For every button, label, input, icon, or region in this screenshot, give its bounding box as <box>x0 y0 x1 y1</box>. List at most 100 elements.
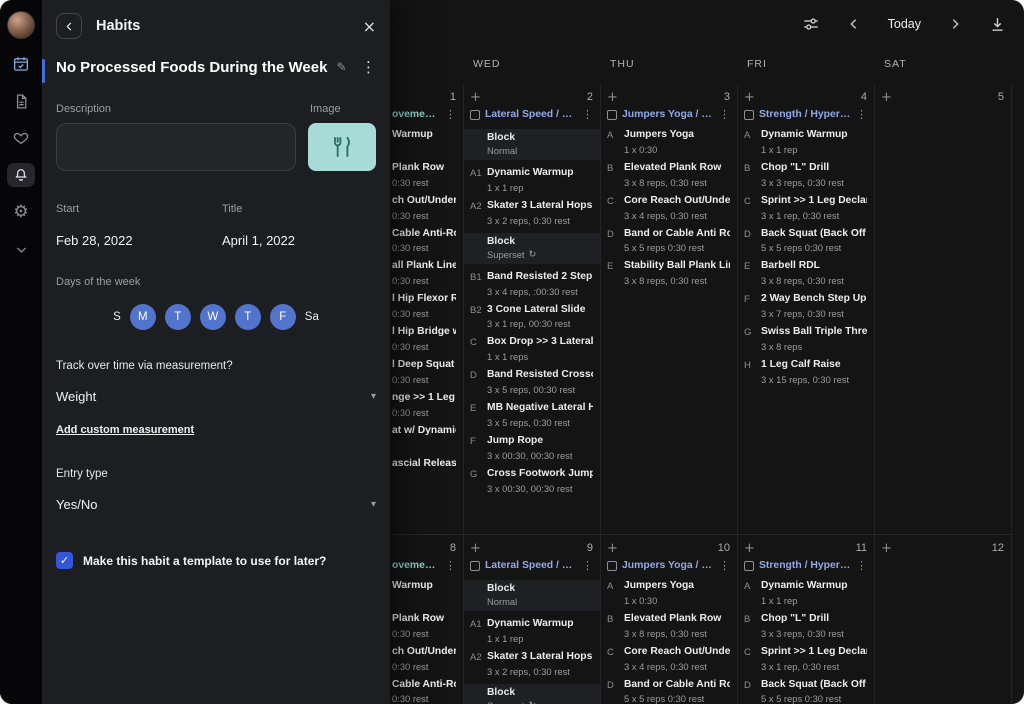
exercise-row[interactable]: EMB Negative Lateral Hop...3 x 5 reps, 0… <box>470 402 593 428</box>
calendar-day-cell[interactable]: +10Jumpers Yoga / Core⋮AJumpers Yoga1 x … <box>601 535 738 704</box>
add-event-icon[interactable]: + <box>607 91 618 104</box>
workout-menu-kebab-icon[interactable]: ⋮ <box>445 559 456 572</box>
workout-title[interactable]: ovement Q... <box>392 560 440 571</box>
exercise-row[interactable]: CSprint >> 1 Leg Declarations3 x 1 rep, … <box>744 195 867 221</box>
exercise-row[interactable]: A2Skater 3 Lateral Hops >> ...3 x 2 reps… <box>470 651 593 677</box>
document-nav-icon[interactable] <box>7 89 35 113</box>
exercise-row[interactable]: F2 Way Bench Step Up3 x 7 reps, 0:30 res… <box>744 293 867 319</box>
day-of-week-S[interactable]: S <box>113 304 121 330</box>
calendar-day-cell[interactable]: +12 <box>875 535 1012 704</box>
exercise-row[interactable]: AJumpers Yoga1 x 0:30 <box>607 580 730 606</box>
exercise-row[interactable]: DBand Resisted Crossover...3 x 5 reps, 0… <box>470 369 593 395</box>
workout-menu-kebab-icon[interactable]: ⋮ <box>856 559 867 572</box>
description-input[interactable] <box>56 123 296 171</box>
exercise-row[interactable]: BElevated Plank Row3 x 8 reps, 0:30 rest <box>607 613 730 639</box>
day-of-week-F[interactable]: F <box>270 304 296 330</box>
block-row[interactable]: BlockSuperset↻ <box>464 233 600 264</box>
exercise-row[interactable]: FJump Rope3 x 00:30, 00:30 rest <box>470 435 593 461</box>
today-button[interactable]: Today <box>888 17 921 31</box>
workout-menu-kebab-icon[interactable]: ⋮ <box>856 108 867 121</box>
workout-menu-kebab-icon[interactable]: ⋮ <box>582 108 593 121</box>
calendar-day-cell[interactable]: +9Lateral Speed / Plyo⋮BlockNormalA1Dyna… <box>464 535 601 704</box>
exercise-row[interactable]: CSprint >> 1 Leg Declarations3 x 1 rep, … <box>744 646 867 672</box>
day-of-week-W[interactable]: W <box>200 304 226 330</box>
day-of-week-T[interactable]: T <box>235 304 261 330</box>
exercise-row[interactable]: GSwiss Ball Triple Threat3 x 8 reps <box>744 326 867 352</box>
exercise-row[interactable]: DBack Squat (Back Off Set)5 x 5 reps 0:3… <box>744 228 867 254</box>
workout-title[interactable]: Jumpers Yoga / Core <box>622 560 714 571</box>
workout-title[interactable]: Lateral Speed / Plyo <box>485 560 577 571</box>
workout-menu-kebab-icon[interactable]: ⋮ <box>719 108 730 121</box>
workout-checkbox[interactable] <box>470 110 480 120</box>
add-event-icon[interactable]: + <box>470 91 481 104</box>
workout-menu-kebab-icon[interactable]: ⋮ <box>582 559 593 572</box>
day-of-week-T[interactable]: T <box>165 304 191 330</box>
workout-title[interactable]: Strength / Hypertro... <box>759 560 851 571</box>
exercise-row[interactable]: H1 Leg Calf Raise3 x 15 reps, 0:30 rest <box>744 359 867 385</box>
day-of-week-Sa[interactable]: Sa <box>305 304 319 330</box>
add-event-icon[interactable]: + <box>607 542 618 555</box>
exercise-row[interactable]: EBarbell RDL3 x 8 reps, 0:30 rest <box>744 260 867 286</box>
workout-checkbox[interactable] <box>744 561 754 571</box>
entry-type-select[interactable]: Yes/No ▾ <box>56 497 376 512</box>
block-row[interactable]: BlockSuperset↻ <box>464 684 600 704</box>
block-row[interactable]: BlockNormal <box>464 129 600 160</box>
workout-checkbox[interactable] <box>607 110 617 120</box>
exercise-row[interactable]: BChop "L" Drill3 x 3 reps, 0:30 rest <box>744 162 867 188</box>
calendar-day-cell[interactable]: +4Strength / Hypertro...⋮ADynamic Warmup… <box>738 84 875 534</box>
exercise-row[interactable]: A2Skater 3 Lateral Hops >> ...3 x 2 reps… <box>470 200 593 226</box>
add-event-icon[interactable]: + <box>881 91 892 104</box>
add-custom-measurement-link[interactable]: Add custom measurement <box>56 424 194 436</box>
exercise-row[interactable]: ADynamic Warmup1 x 1 rep <box>744 580 867 606</box>
heart-hands-icon[interactable] <box>7 126 35 150</box>
calendar-nav-icon[interactable] <box>7 52 35 76</box>
calendar-day-cell[interactable]: +5 <box>875 84 1012 534</box>
workout-title[interactable]: Lateral Speed / Plyo <box>485 109 577 120</box>
calendar-day-cell[interactable]: +11Strength / Hypertro...⋮ADynamic Warmu… <box>738 535 875 704</box>
chevron-down-icon[interactable] <box>7 237 35 261</box>
download-icon[interactable] <box>989 16 1006 33</box>
close-icon[interactable]: × <box>363 17 376 36</box>
workout-title[interactable]: Strength / Hypertro... <box>759 109 851 120</box>
add-event-icon[interactable]: + <box>744 542 755 555</box>
exercise-row[interactable]: ADynamic Warmup1 x 1 rep <box>744 129 867 155</box>
exercise-row[interactable]: CCore Reach Out/Under3 x 4 reps, 0:30 re… <box>607 195 730 221</box>
add-event-icon[interactable]: + <box>744 91 755 104</box>
exercise-row[interactable]: DBand or Cable Anti Rotati...5 x 5 reps … <box>607 228 730 254</box>
calendar-day-cell[interactable]: +3Jumpers Yoga / Core⋮AJumpers Yoga1 x 0… <box>601 84 738 534</box>
exercise-row[interactable]: CBox Drop >> 3 Lateral H...1 x 1 reps <box>470 336 593 362</box>
prev-week-button[interactable] <box>846 16 862 32</box>
gear-icon[interactable]: ⚙ <box>7 200 35 224</box>
next-week-button[interactable] <box>947 16 963 32</box>
workout-checkbox[interactable] <box>470 561 480 571</box>
template-checkbox[interactable]: ✓ <box>56 552 73 569</box>
habit-menu-kebab-icon[interactable]: ⋮ <box>361 58 376 76</box>
exercise-row[interactable]: CCore Reach Out/Under3 x 4 reps, 0:30 re… <box>607 646 730 672</box>
add-event-icon[interactable]: + <box>881 542 892 555</box>
exercise-row[interactable]: GCross Footwork Jump Rope3 x 00:30, 00:3… <box>470 468 593 494</box>
calendar-day-cell[interactable]: +2Lateral Speed / Plyo⋮BlockNormalA1Dyna… <box>464 84 601 534</box>
exercise-row[interactable]: AJumpers Yoga1 x 0:30 <box>607 129 730 155</box>
end-date-value[interactable]: April 1, 2022 <box>222 233 295 248</box>
bell-nav-icon[interactable] <box>7 163 35 187</box>
start-date-value[interactable]: Feb 28, 2022 <box>56 233 222 248</box>
exercise-row[interactable]: A1Dynamic Warmup1 x 1 rep <box>470 167 593 193</box>
workout-checkbox[interactable] <box>607 561 617 571</box>
exercise-row[interactable]: DBack Squat (Back Off Set)5 x 5 reps 0:3… <box>744 679 867 704</box>
exercise-row[interactable]: EStability Ball Plank Linear ...3 x 8 re… <box>607 260 730 286</box>
exercise-row[interactable]: DBand or Cable Anti Rotati...5 x 5 reps … <box>607 679 730 704</box>
block-row[interactable]: BlockNormal <box>464 580 600 611</box>
workout-title[interactable]: Jumpers Yoga / Core <box>622 109 714 120</box>
workout-checkbox[interactable] <box>744 110 754 120</box>
workout-menu-kebab-icon[interactable]: ⋮ <box>719 559 730 572</box>
workout-menu-kebab-icon[interactable]: ⋮ <box>445 108 456 121</box>
day-of-week-M[interactable]: M <box>130 304 156 330</box>
exercise-row[interactable]: BChop "L" Drill3 x 3 reps, 0:30 rest <box>744 613 867 639</box>
habit-image-tile[interactable] <box>308 123 376 171</box>
exercise-row[interactable]: A1Dynamic Warmup1 x 1 rep <box>470 618 593 644</box>
exercise-row[interactable]: B23 Cone Lateral Slide3 x 1 rep, 00:30 r… <box>470 304 593 330</box>
edit-pencil-icon[interactable]: ✎ <box>336 60 346 74</box>
user-avatar[interactable] <box>7 11 35 39</box>
add-event-icon[interactable]: + <box>470 542 481 555</box>
workout-title[interactable]: ovement Q... <box>392 109 440 120</box>
